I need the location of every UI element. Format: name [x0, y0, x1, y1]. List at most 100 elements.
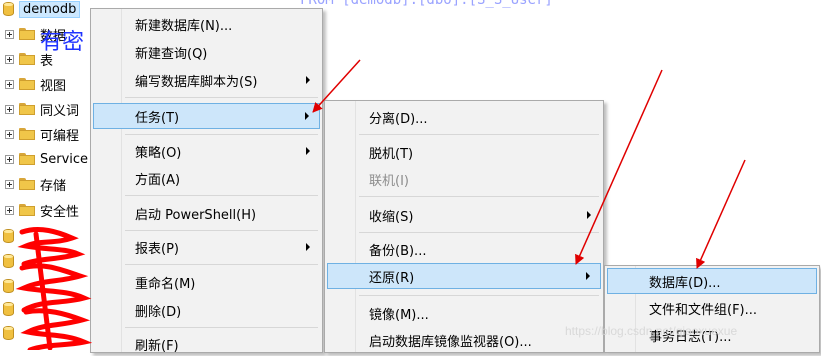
menu-item-label: 脱机(T): [369, 146, 414, 162]
tree-node-label: 安全性: [40, 204, 80, 220]
menu-item-label: 启动 PowerShell(H): [135, 207, 257, 223]
watermark-text: https://blog.csdn.net/qiaoxuexue: [565, 324, 738, 338]
annotation-arrow: [696, 159, 746, 269]
database-icon: [3, 254, 14, 268]
submenu-arrow-icon: [306, 243, 310, 251]
expand-icon[interactable]: [5, 54, 14, 64]
selected-database-label[interactable]: demodb: [19, 0, 81, 18]
menu-item-new-query[interactable]: 新建查询(Q): [93, 40, 320, 64]
menu-item-label: 重命名(M): [135, 276, 196, 292]
tree-node-service[interactable]: Service: [0, 148, 88, 170]
menu-item-label: 还原(R): [369, 270, 415, 286]
menu-separator: [359, 196, 599, 197]
menu-item-reports[interactable]: 报表(P): [93, 235, 320, 259]
menu-item-label: 任务(T): [135, 110, 180, 126]
menu-item-label: 方面(A): [135, 172, 181, 188]
expand-icon[interactable]: [5, 129, 14, 139]
menu-item-label: 策略(O): [135, 145, 182, 161]
expand-icon[interactable]: [5, 154, 14, 164]
menu-item-label: 联机(I): [369, 173, 409, 189]
menu-item-facets[interactable]: 方面(A): [93, 166, 320, 190]
database-icon: [3, 2, 14, 16]
tree-node-label: 可编程: [40, 128, 80, 144]
menu-item-label: 新建查询(Q): [135, 46, 208, 62]
database-context-menu: 新建数据库(N)... 新建查询(Q) 编写数据库脚本为(S) 任务(T) 策略…: [90, 8, 323, 356]
tree-node-label: 同义词: [40, 103, 80, 119]
menu-separator: [359, 295, 599, 296]
menu-item-launch-mirroring-monitor[interactable]: 启动数据库镜像监视器(O)...: [327, 328, 601, 352]
menu-separator: [125, 230, 318, 231]
expand-icon[interactable]: [5, 29, 14, 39]
folder-icon: [19, 53, 35, 65]
folder-icon: [19, 128, 35, 140]
tree-node-security[interactable]: 安全性: [0, 199, 79, 221]
menu-item-script-database-as[interactable]: 编写数据库脚本为(S): [93, 68, 320, 92]
menu-item-rename[interactable]: 重命名(M): [93, 270, 320, 294]
menu-item-refresh[interactable]: 刷新(F): [93, 332, 320, 356]
tree-node-label: 视图: [40, 78, 67, 94]
menu-item-label: 镜像(M)...: [369, 307, 429, 323]
tree-node-views[interactable]: 视图: [0, 73, 66, 95]
menu-item-restore-files-and-filegroups[interactable]: 文件和文件组(F)...: [607, 296, 817, 320]
folder-icon: [19, 78, 35, 90]
tree-node-label: 存储: [40, 178, 67, 194]
tree-node-database[interactable]: [0, 225, 19, 247]
expand-icon[interactable]: [5, 179, 14, 189]
folder-icon: [19, 28, 35, 40]
menu-item-label: 收缩(S): [369, 209, 414, 225]
menu-item-label: 启动数据库镜像监视器(O)...: [369, 334, 532, 350]
tree-node-synonyms[interactable]: 同义词: [0, 98, 79, 120]
menu-item-bring-online: 联机(I): [327, 167, 601, 191]
submenu-arrow-icon: [586, 272, 590, 280]
tree-node-database[interactable]: demodb: [0, 0, 81, 20]
menu-item-label: 数据库(D)...: [649, 275, 721, 291]
menu-item-label: 新建数据库(N)...: [135, 18, 233, 34]
handwritten-note: 有密: [40, 30, 85, 55]
menu-item-detach[interactable]: 分离(D)...: [327, 105, 601, 129]
tree-node-database[interactable]: [0, 275, 19, 297]
menu-separator: [125, 264, 318, 265]
menu-item-label: 报表(P): [135, 241, 179, 257]
menu-item-restore-database[interactable]: 数据库(D)...: [607, 268, 817, 294]
database-icon: [3, 302, 14, 316]
folder-icon: [19, 204, 35, 216]
query-code-line: FROM [demodb].[dbo].[S_S_User]: [300, 0, 553, 8]
menu-item-restore[interactable]: 还原(R): [327, 263, 601, 289]
database-icon: [3, 326, 14, 340]
folder-icon: [19, 178, 35, 190]
folder-icon: [19, 153, 35, 165]
menu-item-take-offline[interactable]: 脱机(T): [327, 140, 601, 164]
tree-node-programmability[interactable]: 可编程: [0, 123, 79, 145]
menu-item-delete[interactable]: 删除(D): [93, 298, 320, 322]
database-icon: [3, 279, 14, 293]
menu-item-mirror[interactable]: 镜像(M)...: [327, 301, 601, 325]
menu-separator: [359, 232, 599, 233]
object-explorer-tree: demodb 数据 表 视图 同义词 可编程 Service 存储 安全性 有密: [0, 0, 96, 350]
tree-node-storage[interactable]: 存储: [0, 173, 66, 195]
expand-icon[interactable]: [5, 104, 14, 114]
menu-item-start-powershell[interactable]: 启动 PowerShell(H): [93, 201, 320, 225]
submenu-arrow-icon: [306, 147, 310, 155]
tree-node-database[interactable]: [0, 322, 19, 344]
restore-submenu: 数据库(D)... 文件和文件组(F)... 事务日志(T)...: [604, 265, 820, 353]
tree-node-label: Service: [40, 151, 89, 167]
expand-icon[interactable]: [5, 205, 14, 215]
menu-item-shrink[interactable]: 收缩(S): [327, 203, 601, 227]
menu-separator: [125, 97, 318, 98]
menu-item-new-database[interactable]: 新建数据库(N)...: [93, 12, 320, 36]
menu-item-label: 刷新(F): [135, 338, 179, 354]
database-icon: [3, 229, 14, 243]
menu-item-label: 编写数据库脚本为(S): [135, 74, 258, 90]
tree-node-database[interactable]: [0, 298, 19, 320]
menu-item-label: 分离(D)...: [369, 111, 428, 127]
submenu-arrow-icon: [305, 112, 309, 120]
tree-node-database[interactable]: [0, 250, 19, 272]
menu-item-tasks[interactable]: 任务(T): [93, 103, 320, 129]
menu-item-label: 文件和文件组(F)...: [649, 302, 758, 318]
menu-item-policies[interactable]: 策略(O): [93, 139, 320, 163]
menu-item-label: 备份(B)...: [369, 243, 427, 259]
menu-separator: [359, 134, 599, 135]
menu-item-backup[interactable]: 备份(B)...: [327, 237, 601, 261]
expand-icon[interactable]: [5, 79, 14, 89]
menu-separator: [125, 327, 318, 328]
